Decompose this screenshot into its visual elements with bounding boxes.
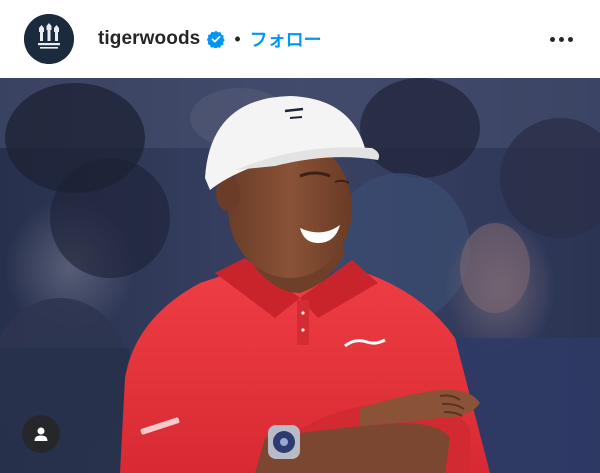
post-header: tigerwoods • フォロー <box>0 0 600 78</box>
user-tag-button[interactable] <box>22 415 60 453</box>
profile-avatar[interactable] <box>24 14 74 64</box>
username-link[interactable]: tigerwoods <box>98 28 200 50</box>
follow-button[interactable]: フォロー <box>250 26 322 52</box>
user-tag-icon <box>34 427 48 441</box>
more-options-icon[interactable] <box>546 29 576 49</box>
photo-illustration <box>0 78 600 473</box>
instagram-post: tigerwoods • フォロー <box>0 0 600 473</box>
post-photo[interactable] <box>0 78 600 473</box>
header-separator: • <box>234 28 241 49</box>
verified-badge-icon <box>207 30 226 48</box>
tgr-logo-icon <box>24 14 74 64</box>
